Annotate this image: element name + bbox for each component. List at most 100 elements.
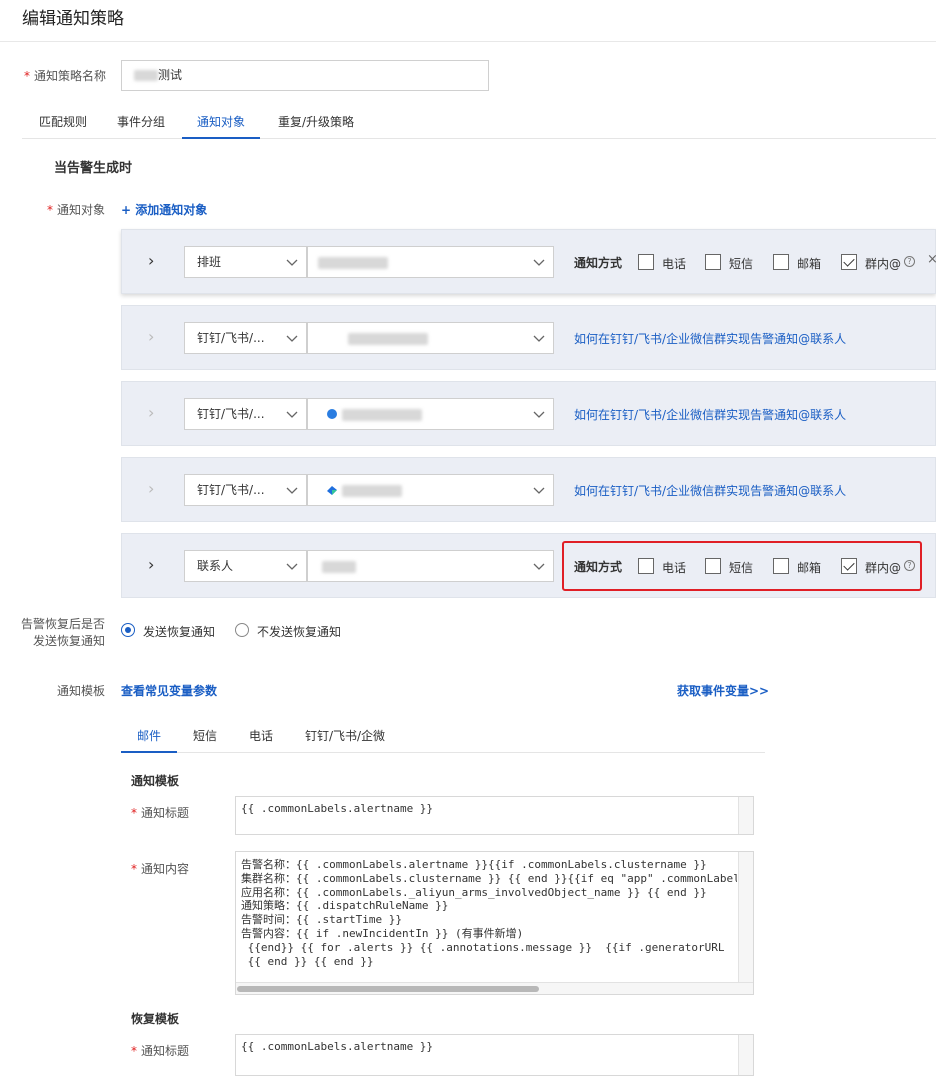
checkbox-phone-label: 电话 [662, 257, 687, 271]
checkbox-email-label: 邮箱 [797, 257, 822, 271]
target-value-select[interactable] [307, 246, 554, 278]
common-vars-link[interactable]: 查看常见变量参数 [121, 682, 217, 699]
event-vars-link[interactable]: 获取事件变量>> [677, 682, 769, 699]
template-tabs: 邮件 短信 电话 钉钉/飞书/企微 [121, 722, 765, 753]
target-type-value: 钉钉/飞书/... [197, 407, 265, 421]
radio-no-recovery[interactable] [235, 623, 249, 637]
expand-chevron-icon[interactable]: › [148, 327, 160, 347]
target-type-value: 钉钉/飞书/... [197, 483, 265, 497]
notify-method-label: 通知方式 [574, 256, 623, 270]
scrollbar[interactable] [738, 1035, 753, 1075]
target-card-im-3: › 钉钉/飞书/... 如何在钉钉/飞书/企业微信群实现告警通知@联系人 [121, 457, 936, 522]
target-value-select[interactable] [307, 474, 554, 506]
im-mention-help-link[interactable]: 如何在钉钉/飞书/企业微信群实现告警通知@联系人 [574, 330, 846, 347]
notify-title-value: {{ .commonLabels.alertname }} [241, 802, 434, 815]
checkbox-group-at-label: 群内@ [865, 257, 902, 271]
chevron-down-icon [286, 259, 298, 266]
tab-match-rules[interactable]: 匹配规则 [38, 110, 88, 139]
notify-template-heading: 通知模板 [131, 774, 180, 788]
required-mark: * [131, 862, 137, 876]
title-divider [0, 41, 936, 42]
page-title: 编辑通知策略 [22, 9, 124, 29]
expand-chevron-icon[interactable]: › [148, 479, 160, 499]
im-mention-help-link[interactable]: 如何在钉钉/飞书/企业微信群实现告警通知@联系人 [574, 482, 846, 499]
recovery-title-input[interactable]: {{ .commonLabels.alertname }} [235, 1034, 754, 1076]
radio-send-recovery[interactable] [121, 623, 135, 637]
notify-title-label: 通知标题 [141, 806, 190, 820]
tab-repeat-escalation[interactable]: 重复/升级策略 [275, 110, 357, 139]
expand-chevron-icon[interactable]: › [148, 403, 160, 423]
tab-im[interactable]: 钉钉/飞书/企微 [303, 722, 387, 753]
target-type-select[interactable]: 钉钉/飞书/... [184, 474, 307, 506]
chevron-down-icon [533, 411, 545, 418]
expand-chevron-icon[interactable]: › [148, 555, 160, 575]
target-card-im-2: › 钉钉/飞书/... 如何在钉钉/飞书/企业微信群实现告警通知@联系人 [121, 381, 936, 446]
robot-avatar-icon [327, 409, 337, 419]
scrollbar-thumb[interactable] [237, 986, 539, 992]
tab-sms[interactable]: 短信 [189, 722, 221, 753]
checkbox-group-at[interactable] [841, 254, 857, 270]
chevron-down-icon [533, 563, 545, 570]
policy-name-label: 通知策略名称 [34, 69, 107, 83]
content-line: 告警时间：{{ .startTime }} [241, 913, 402, 927]
section-heading: 当告警生成时 [54, 161, 133, 176]
content-line: 告警内容：{{ if .newIncidentIn }} (有事件新增) [241, 926, 524, 940]
target-type-select[interactable]: 钉钉/飞书/... [184, 322, 307, 354]
targets-label: 通知对象 [57, 203, 106, 217]
tab-event-grouping[interactable]: 事件分组 [116, 110, 166, 139]
redacted-text [348, 333, 428, 345]
chevron-down-icon [286, 335, 298, 342]
required-mark: * [47, 203, 53, 217]
help-icon[interactable]: ? [904, 256, 915, 267]
horizontal-scrollbar[interactable] [236, 982, 753, 994]
checkbox-email[interactable] [773, 254, 789, 270]
target-type-select[interactable]: 排班 [184, 246, 307, 278]
notify-title-input[interactable]: {{ .commonLabels.alertname }} [235, 796, 754, 835]
highlight-box [562, 541, 922, 591]
redacted-text [134, 70, 158, 81]
target-value-select[interactable] [307, 550, 554, 582]
required-mark: * [131, 806, 137, 820]
recovery-title-label-row: * 通知标题 [131, 1042, 189, 1059]
lark-logo-icon [327, 486, 337, 495]
policy-name-value: 测试 [158, 68, 183, 82]
add-target-link[interactable]: + 添加通知对象 [121, 201, 207, 218]
checkbox-phone[interactable] [638, 254, 654, 270]
notify-content-textarea[interactable]: 告警名称：{{ .commonLabels.alertname }}{{if .… [235, 851, 754, 995]
recovery-label-line1: 告警恢复后是否 [20, 617, 105, 631]
target-type-value: 排班 [197, 255, 222, 269]
target-value-select[interactable] [307, 398, 554, 430]
expand-chevron-icon[interactable]: › [148, 251, 160, 271]
target-type-value: 钉钉/飞书/... [197, 331, 265, 345]
recovery-title-label: 通知标题 [141, 1044, 190, 1058]
checkbox-sms[interactable] [705, 254, 721, 270]
close-icon[interactable]: × [927, 252, 936, 267]
edit-notification-policy-page: 编辑通知策略 * 通知策略名称 测试 匹配规则 事件分组 通知对象 重复/升级策略… [0, 0, 936, 1076]
recovery-title-value: {{ .commonLabels.alertname }} [241, 1040, 434, 1053]
recovery-template-heading: 恢复模板 [131, 1012, 180, 1026]
vertical-scrollbar[interactable] [738, 852, 753, 982]
target-card-im-1: › 钉钉/飞书/... 如何在钉钉/飞书/企业微信群实现告警通知@联系人 [121, 305, 936, 370]
required-mark: * [24, 69, 30, 83]
chevron-down-icon [533, 259, 545, 266]
checkbox-sms-label: 短信 [729, 257, 754, 271]
scrollbar[interactable] [738, 797, 753, 834]
recovery-label-line2: 发送恢复通知 [32, 634, 105, 648]
content-line: {{end}} {{ for .alerts }} {{ .annotation… [241, 940, 725, 954]
content-line: 告警名称：{{ .commonLabels.alertname }}{{if .… [241, 858, 707, 871]
content-line: 应用名称：{{ .commonLabels._aliyun_arms_invol… [241, 885, 707, 899]
tab-email[interactable]: 邮件 [121, 722, 177, 753]
redacted-text [342, 409, 422, 421]
notify-title-label-row: * 通知标题 [131, 804, 189, 821]
recovery-label: 告警恢复后是否 发送恢复通知 [20, 616, 105, 650]
tab-notify-targets[interactable]: 通知对象 [182, 110, 260, 139]
target-value-select[interactable] [307, 322, 554, 354]
policy-name-input[interactable]: 测试 [121, 60, 489, 91]
redacted-text [342, 485, 402, 497]
tab-phone[interactable]: 电话 [245, 722, 277, 753]
im-mention-help-link[interactable]: 如何在钉钉/飞书/企业微信群实现告警通知@联系人 [574, 406, 846, 423]
chevron-down-icon [286, 487, 298, 494]
notify-content-label-row: * 通知内容 [131, 860, 189, 877]
target-type-select[interactable]: 联系人 [184, 550, 307, 582]
target-type-select[interactable]: 钉钉/飞书/... [184, 398, 307, 430]
